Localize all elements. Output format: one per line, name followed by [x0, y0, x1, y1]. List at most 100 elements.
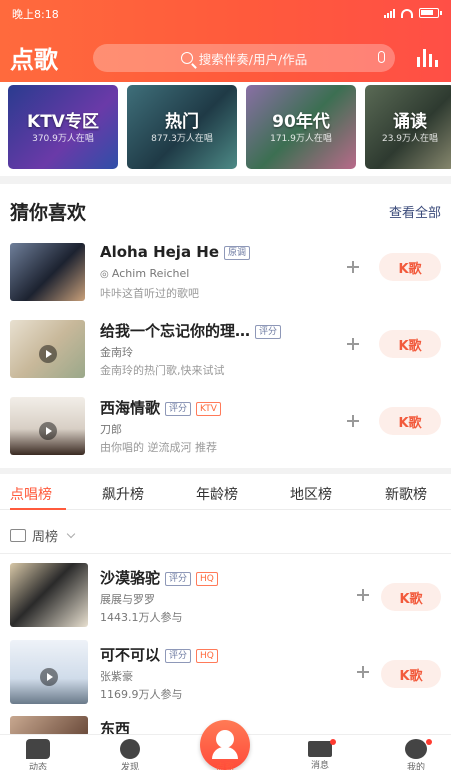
- nav-center-label: 点歌: [215, 763, 234, 770]
- add-icon[interactable]: [357, 666, 369, 678]
- status-icons: [384, 8, 442, 18]
- song-tag: 评分: [255, 324, 282, 339]
- nav-label: 动态: [28, 763, 47, 770]
- search-bar[interactable]: 搜索伴奏/用户/作品: [93, 44, 395, 72]
- song-singer: 张紫豪: [100, 670, 133, 683]
- tab-play-rank[interactable]: 点唱榜: [10, 484, 52, 504]
- play-icon[interactable]: [40, 668, 58, 687]
- category-strip: KTV专区 370.9万人在唱 热门 877.3万人在唱 90年代 171.9万…: [0, 82, 451, 172]
- calendar-icon: [10, 529, 26, 542]
- add-icon[interactable]: [347, 338, 359, 350]
- category-count: 370.9万人在唱: [32, 134, 94, 144]
- section-divider: [0, 176, 451, 184]
- song-title: Aloha Heja He 原调: [100, 243, 251, 261]
- song-title: 沙漠骆驼 评分 HQ: [100, 567, 218, 588]
- song-thumbnail: [10, 563, 88, 627]
- tab-region-rank[interactable]: 地区榜: [290, 484, 332, 504]
- nav-label: 发现: [120, 763, 139, 770]
- song-row[interactable]: 西海情歌 评分 KTV 刀郎 由你唱的 逆流成河 推荐 K歌: [0, 397, 451, 469]
- category-recite[interactable]: 诵读 23.9万人在唱: [365, 85, 451, 169]
- notification-dot: [426, 739, 432, 745]
- section-divider: [0, 553, 451, 554]
- tab-new-rank[interactable]: 新歌榜: [385, 484, 427, 504]
- wifi-icon: [401, 8, 413, 18]
- section-divider: [0, 468, 451, 474]
- play-icon[interactable]: [38, 421, 57, 440]
- rank-row[interactable]: 沙漠骆驼 评分 HQ 展展与罗罗 1443.1万人参与 K歌: [0, 563, 451, 633]
- category-name: 90年代: [272, 112, 330, 132]
- nav-label: 我的: [406, 763, 425, 770]
- category-hot[interactable]: 热门 877.3万人在唱: [127, 85, 237, 169]
- song-participants: 1169.9万人参与: [100, 688, 183, 701]
- nav-discover[interactable]: 发现: [100, 739, 160, 770]
- rank-row[interactable]: 可不可以 评分 HQ 张紫豪 1169.9万人参与 K歌: [0, 640, 451, 710]
- search-placeholder: 搜索伴奏/用户/作品: [198, 51, 308, 67]
- profile-face-icon: [405, 739, 427, 759]
- song-row[interactable]: 给我一个忘记你的理… 评分 金南玲 金南玲的热门歌,快来试试 K歌: [0, 320, 451, 392]
- song-tag: HQ: [196, 571, 218, 586]
- song-title: 给我一个忘记你的理… 评分: [100, 320, 282, 341]
- k-song-button[interactable]: K歌: [381, 660, 441, 688]
- microphone-icon[interactable]: [378, 51, 385, 63]
- chat-bubble-icon: [26, 739, 50, 759]
- rank-tabs: 点唱榜 飙升榜 年龄榜 地区榜 新歌榜: [0, 478, 451, 510]
- add-icon[interactable]: [357, 589, 369, 601]
- tab-rising-rank[interactable]: 飙升榜: [102, 484, 144, 504]
- k-song-button[interactable]: K歌: [381, 583, 441, 611]
- song-participants: 1443.1万人参与: [100, 611, 183, 624]
- song-title: 西海情歌 评分 KTV: [100, 397, 221, 418]
- song-description: 由你唱的 逆流成河 推荐: [100, 441, 217, 454]
- status-time: 晚上8:18: [12, 8, 59, 21]
- category-count: 877.3万人在唱: [151, 134, 213, 144]
- signal-icon: [384, 8, 395, 18]
- period-label: 周榜: [32, 530, 59, 545]
- song-singer: 展展与罗罗: [100, 593, 155, 606]
- song-thumbnail: [10, 397, 85, 455]
- category-90s[interactable]: 90年代 171.9万人在唱: [246, 85, 356, 169]
- page-title: 点歌: [10, 46, 58, 74]
- nav-feed[interactable]: 动态: [8, 739, 68, 770]
- song-tag: KTV: [196, 401, 221, 416]
- category-name: 诵读: [393, 112, 427, 132]
- battery-icon: [419, 8, 442, 18]
- app-header: 晚上8:18 点歌 搜索伴奏/用户/作品: [0, 0, 451, 82]
- notification-dot: [330, 739, 336, 745]
- song-singer: 刀郎: [100, 423, 122, 436]
- guess-section-title: 猜你喜欢: [10, 202, 87, 224]
- song-singer: ◎ Achim Reichel: [100, 267, 190, 280]
- song-description: 咔咔这首听过的歌吧: [100, 287, 199, 300]
- song-tag: 原调: [224, 245, 251, 260]
- song-tag: 评分: [165, 571, 192, 586]
- status-bar: 晚上8:18: [0, 0, 451, 28]
- nav-label: 消息: [310, 761, 329, 770]
- rank-chart-icon[interactable]: [417, 47, 441, 67]
- chevron-down-icon: [66, 529, 76, 538]
- category-ktv[interactable]: KTV专区 370.9万人在唱: [8, 85, 118, 169]
- k-song-button[interactable]: K歌: [379, 407, 441, 435]
- category-count: 171.9万人在唱: [270, 134, 332, 144]
- k-song-button[interactable]: K歌: [379, 253, 441, 281]
- category-name: 热门: [165, 112, 199, 132]
- tab-active-indicator: [10, 508, 66, 510]
- see-all-link[interactable]: 查看全部: [389, 202, 441, 221]
- nav-message[interactable]: 消息: [290, 739, 350, 770]
- tab-age-rank[interactable]: 年龄榜: [196, 484, 238, 504]
- period-selector[interactable]: 周榜: [10, 526, 76, 545]
- nav-profile[interactable]: 我的: [386, 739, 446, 770]
- song-thumbnail: [10, 320, 85, 378]
- song-description: 金南玲的热门歌,快来试试: [100, 364, 225, 377]
- category-count: 23.9万人在唱: [381, 134, 439, 144]
- song-tag: HQ: [196, 648, 218, 663]
- search-icon: [180, 52, 193, 64]
- song-singer: 金南玲: [100, 346, 133, 359]
- play-icon[interactable]: [38, 344, 57, 363]
- song-thumbnail: [10, 640, 88, 704]
- song-tag: 评分: [165, 648, 192, 663]
- k-song-button[interactable]: K歌: [379, 330, 441, 358]
- add-icon[interactable]: [347, 261, 359, 273]
- category-name: KTV专区: [27, 112, 99, 132]
- song-thumbnail: [10, 716, 88, 736]
- add-icon[interactable]: [347, 415, 359, 427]
- song-row[interactable]: Aloha Heja He 原调 ◎ Achim Reichel 咔咔这首听过的歌…: [0, 243, 451, 315]
- song-title: 可不可以 评分 HQ: [100, 644, 218, 665]
